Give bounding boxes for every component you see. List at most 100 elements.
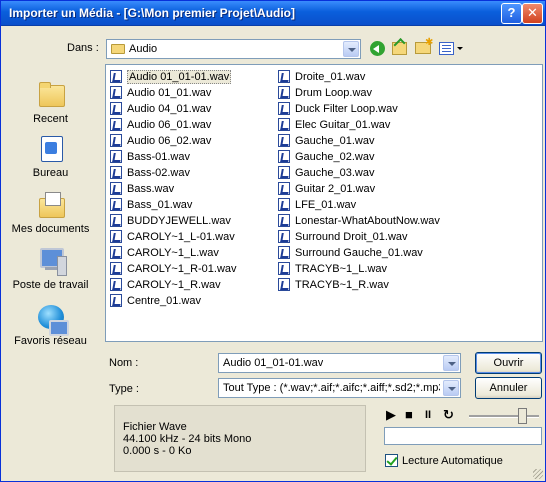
volume-slider-thumb[interactable] (518, 408, 527, 424)
up-folder-icon[interactable] (392, 37, 407, 55)
file-item[interactable]: Surround Gauche_01.wav (278, 245, 440, 261)
place-label: Favoris réseau (14, 335, 87, 347)
chevron-down-icon[interactable] (343, 41, 359, 57)
file-item[interactable]: CAROLY~1_L.wav (110, 245, 237, 261)
audio-file-icon (278, 166, 290, 179)
chevron-down-icon[interactable] (443, 380, 459, 396)
file-item[interactable]: Centre_01.wav (110, 293, 237, 309)
location-dropdown[interactable]: Audio (106, 39, 361, 59)
chevron-down-icon[interactable] (443, 355, 459, 371)
filetype-dropdown[interactable]: Tout Type : (*.wav;*.aif;*.aifc;*.aiff;*… (218, 378, 461, 398)
pause-icon[interactable]: II (425, 409, 431, 421)
file-item[interactable]: Audio 01_01.wav (110, 85, 237, 101)
close-button[interactable]: ✕ (522, 3, 543, 24)
place-label: Poste de travail (12, 279, 89, 291)
file-item[interactable]: Audio 04_01.wav (110, 101, 237, 117)
help-button[interactable]: ? (501, 3, 522, 24)
file-name: LFE_01.wav (295, 199, 357, 211)
folder-icon (111, 44, 125, 54)
open-button[interactable]: Ouvrir (475, 352, 542, 374)
file-item[interactable]: CAROLY~1_R.wav (110, 277, 237, 293)
place-recent[interactable]: Recent (5, 80, 96, 125)
audio-file-icon (110, 294, 122, 307)
file-item[interactable]: BUDDYJEWELL.wav (110, 213, 237, 229)
audio-file-icon (110, 262, 122, 275)
file-name: Droite_01.wav (295, 71, 366, 83)
audio-file-icon (278, 262, 290, 275)
file-duration-size: 0.000 s - 0 Ko (123, 445, 192, 457)
file-item[interactable]: Droite_01.wav (278, 69, 440, 85)
file-item[interactable]: Audio 01_01-01.wav (110, 69, 237, 85)
file-name: CAROLY~1_L-01.wav (127, 231, 235, 243)
stop-icon[interactable]: ■ (405, 407, 413, 422)
back-icon[interactable] (370, 41, 385, 56)
location-value: Audio (129, 43, 158, 55)
file-name: Bass-01.wav (127, 151, 190, 163)
place-desktop[interactable]: Bureau (5, 134, 96, 179)
file-name: Surround Gauche_01.wav (295, 247, 423, 259)
file-item[interactable]: Gauche_02.wav (278, 149, 440, 165)
autoplay-checkbox[interactable] (385, 454, 398, 467)
file-item[interactable]: Bass.wav (110, 181, 237, 197)
file-item[interactable]: Audio 06_02.wav (110, 133, 237, 149)
filename-value: Audio 01_01-01.wav (223, 357, 324, 369)
file-item[interactable]: Guitar 2_01.wav (278, 181, 440, 197)
file-item[interactable]: CAROLY~1_L-01.wav (110, 229, 237, 245)
file-name: Gauche_02.wav (295, 151, 375, 163)
file-name: Bass_01.wav (127, 199, 193, 211)
file-item[interactable]: Lonestar-WhatAboutNow.wav (278, 213, 440, 229)
file-item[interactable]: Drum Loop.wav (278, 85, 440, 101)
file-name: Guitar 2_01.wav (295, 183, 376, 195)
file-column-1: Audio 01_01-01.wav Audio 01_01.wav Audio 0… (110, 69, 237, 309)
file-item[interactable]: Bass_01.wav (110, 197, 237, 213)
file-name: Audio 06_01.wav (127, 119, 212, 131)
play-icon[interactable]: ▶ (386, 407, 396, 423)
audio-file-icon (110, 166, 122, 179)
file-name: Bass.wav (127, 183, 175, 195)
file-name: Gauche_03.wav (295, 167, 375, 179)
file-item[interactable]: Bass-02.wav (110, 165, 237, 181)
file-item[interactable]: LFE_01.wav (278, 197, 440, 213)
filename-label: Nom : (109, 357, 139, 369)
audio-file-icon (278, 182, 290, 195)
file-item[interactable]: Gauche_01.wav (278, 133, 440, 149)
audio-file-icon (278, 134, 290, 147)
file-name: Audio 06_02.wav (127, 135, 212, 147)
audio-file-icon (278, 118, 290, 131)
network-places-icon (35, 302, 69, 336)
file-list[interactable]: Audio 01_01-01.wav Audio 01_01.wav Audio 0… (105, 64, 543, 342)
file-item[interactable]: Audio 06_01.wav (110, 117, 237, 133)
file-item[interactable]: Duck Filter Loop.wav (278, 101, 440, 117)
filetype-value: Tout Type : (*.wav;*.aif;*.aifc;*.aiff;*… (223, 382, 440, 394)
filetype-label: Type : (109, 383, 139, 395)
new-folder-icon[interactable]: ✱ (415, 38, 433, 54)
audio-file-icon (278, 150, 290, 163)
filename-input[interactable]: Audio 01_01-01.wav (218, 353, 461, 373)
file-item[interactable]: Bass-01.wav (110, 149, 237, 165)
audio-file-icon (110, 70, 122, 83)
file-name: Centre_01.wav (127, 295, 201, 307)
file-item[interactable]: Surround Droit_01.wav (278, 229, 440, 245)
file-item[interactable]: Elec Guitar_01.wav (278, 117, 440, 133)
place-label: Bureau (32, 167, 69, 179)
file-name: Bass-02.wav (127, 167, 190, 179)
file-name: TRACYB~1_L.wav (295, 263, 388, 275)
audio-file-icon (110, 182, 122, 195)
place-network[interactable]: Favoris réseau (5, 302, 96, 347)
cancel-button[interactable]: Annuler (475, 377, 542, 399)
title-bar[interactable]: Importer un Média - [G:\Mon premier Proj… (1, 1, 545, 26)
file-item[interactable]: TRACYB~1_L.wav (278, 261, 440, 277)
file-item[interactable]: TRACYB~1_R.wav (278, 277, 440, 293)
view-menu-icon[interactable] (439, 42, 454, 55)
resize-grip-icon[interactable] (533, 469, 543, 479)
my-computer-icon (35, 246, 67, 276)
place-my-computer[interactable]: Poste de travail (5, 246, 96, 291)
loop-icon[interactable]: ↻ (443, 407, 454, 423)
view-dropdown-arrow-icon[interactable] (457, 47, 463, 50)
volume-slider-track[interactable] (469, 415, 539, 418)
place-my-documents[interactable]: Mes documents (5, 190, 96, 235)
place-label: Recent (33, 113, 68, 125)
file-item[interactable]: CAROLY~1_R-01.wav (110, 261, 237, 277)
file-item[interactable]: Gauche_03.wav (278, 165, 440, 181)
file-name: CAROLY~1_L.wav (127, 247, 219, 259)
